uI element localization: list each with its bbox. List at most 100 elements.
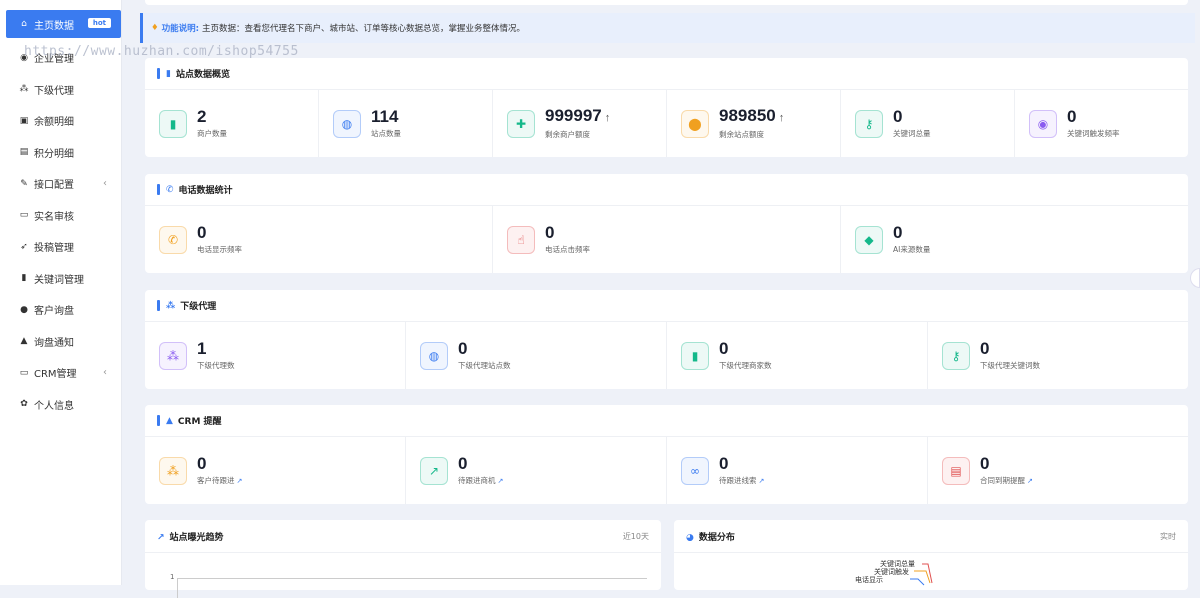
mobile-icon: ▮ [166, 68, 171, 79]
stat-label: 合同到期提醒 [980, 476, 1025, 485]
wallet-icon: ▣ [19, 115, 29, 126]
dist-chart-area: 关键词总量 关键词触发 电话显示 [674, 553, 1188, 593]
stat-label: 待跟进线索 [719, 476, 757, 485]
sub-agent-card: ⁂ 下级代理 ⁂ 1 下级代理数 ◍ 0 下级代理站点数 ▮ 0 下级代理商家数 ⚷ 0 下级代理关键词… [145, 290, 1188, 389]
chevron-left-icon: ‹ [103, 367, 107, 379]
data-distribution-card: ◕ 数据分布 实时 关键词总量 关键词触发 电话显示 [674, 520, 1188, 590]
users-icon: ⁂ [159, 341, 187, 370]
sidebar-item-label: 接口配置 [34, 180, 74, 192]
pie-chart-icon: ◕ [686, 532, 694, 543]
sidebar-item-label: 余额明细 [34, 117, 74, 129]
side-scroll-handle[interactable] [1190, 268, 1200, 288]
sidebar-item[interactable]: ▭ 实名审核 [0, 200, 121, 232]
stat-label: 下级代理站点数 [458, 361, 511, 370]
stat-label: 下级代理商家数 [719, 361, 772, 370]
lightbulb-icon: ♦ [151, 23, 159, 33]
stat-label: 关键词触发频率 [1067, 129, 1120, 138]
stat-cell[interactable]: ∞ 0 待跟进线索 ↗ [667, 437, 928, 504]
dist-title: 数据分布 [698, 532, 735, 543]
stat-label: 下级代理关键词数 [980, 361, 1040, 370]
sidebar-item[interactable]: ▤ 积分明细 [0, 137, 121, 169]
stat-cell: ▮ 2 商户数量 [145, 90, 319, 157]
chart-line-icon: ↗ [157, 532, 165, 543]
sidebar-item[interactable]: ⁂ 下级代理 [0, 74, 121, 106]
stat-label: 电话点击频率 [545, 245, 590, 254]
stat-cell[interactable]: ▤ 0 合同到期提醒 ↗ [928, 437, 1188, 504]
phone-stats-title: 电话数据统计 [178, 186, 233, 196]
grid-line [177, 578, 647, 579]
hand-pointer-icon: ☝ [507, 225, 535, 254]
sidebar-item[interactable]: ● 客户询盘 [0, 294, 121, 326]
sidebar-item[interactable]: ✿ 个人信息 [0, 389, 121, 421]
stat-cell: ⚷ 0 下级代理关键词数 [928, 322, 1188, 389]
sidebar-item-label: CRM管理 [34, 369, 77, 381]
stat-value: 999997 [545, 106, 602, 125]
building-icon: ◉ [20, 52, 28, 63]
phone-icon: ✆ [159, 225, 187, 254]
external-link-icon[interactable]: ↗ [498, 477, 504, 485]
stat-value: 989850 [719, 106, 776, 125]
sidebar-item[interactable]: ▭ CRM管理 ‹ [0, 357, 121, 389]
sidebar-item[interactable]: ◉ 企业管理 [0, 42, 121, 74]
site-overview-card: ▮ 站点数据概览 ▮ 2 商户数量 ◍ 114 站点数量 ✚ 999997 ↑ 剩余商户额度 ⬤ 989… [145, 58, 1188, 157]
plug-icon: ✎ [20, 178, 28, 189]
stat-label: 剩余站点额度 [719, 130, 764, 139]
sidebar-item-label: 主页数据 [34, 20, 74, 32]
stat-cell: ✚ 999997 ↑ 剩余商户额度 [493, 90, 667, 157]
trend-range[interactable]: 近10天 [623, 531, 649, 542]
stat-value: 2 [197, 107, 207, 126]
stat-value: 0 [458, 454, 468, 473]
sidebar-item-label: 询盘通知 [34, 337, 74, 349]
stat-cell[interactable]: ↗ 0 待跟进商机 ↗ [406, 437, 667, 504]
crm-reminder-card: ▲ CRM 提醒 ⁂ 0 客户待跟进 ↗ ↗ 0 待跟进商机 ↗ ∞ 0 待跟进线索 ↗ ▤ 0 合同到期提醒… [145, 405, 1188, 504]
stat-label: 站点数量 [371, 129, 401, 138]
dist-mode: 实时 [1160, 531, 1176, 541]
stat-cell: ⁂ 1 下级代理数 [145, 322, 406, 389]
sidebar-item[interactable]: ⌂ 主页数据 hot [6, 10, 121, 38]
stat-label: 客户待跟进 [197, 476, 235, 485]
users-icon: ⁂ [166, 300, 176, 311]
sidebar-item[interactable]: ▮ 关键词管理 [0, 263, 121, 295]
sidebar-item-label: 实名审核 [34, 211, 74, 223]
sidebar-item[interactable]: ▲ 询盘通知 [0, 326, 121, 358]
chat-icon: ● [20, 304, 28, 315]
globe-icon: ◍ [420, 341, 448, 370]
stat-value: 0 [545, 223, 555, 242]
stat-cell[interactable]: ⁂ 0 客户待跟进 ↗ [145, 437, 406, 504]
users-icon: ⁂ [159, 456, 187, 485]
chevron-left-icon: ‹ [103, 178, 107, 190]
stat-value: 0 [980, 339, 990, 358]
map-pin-icon: ⬤ [681, 109, 709, 138]
external-link-icon[interactable]: ↗ [237, 477, 243, 485]
external-link-icon[interactable]: ↗ [759, 477, 765, 485]
external-link-icon[interactable]: ↗ [1027, 477, 1033, 485]
stat-value: 0 [893, 107, 903, 126]
trend-chart-area: 1 [145, 553, 661, 598]
stat-cell: ⚷ 0 关键词总量 [841, 90, 1015, 157]
key-icon: ⚷ [942, 341, 970, 370]
bell-icon: ▲ [20, 336, 28, 347]
dist-label: 电话显示 [855, 576, 883, 584]
send-icon: ➶ [20, 241, 28, 252]
mobile-icon: ▮ [681, 341, 709, 370]
sidebar-item-label: 投稿管理 [34, 243, 74, 255]
stat-cell: ◆ 0 AI来源数量 [841, 206, 1188, 273]
stat-value: 1 [197, 339, 207, 358]
sidebar-item[interactable]: ➶ 投稿管理 [0, 231, 121, 263]
stat-cell: ☝ 0 电话点击频率 [493, 206, 841, 273]
site-overview-title: 站点数据概览 [175, 70, 230, 80]
stat-value: 0 [197, 223, 207, 242]
stat-cell: ⬤ 989850 ↑ 剩余站点额度 [667, 90, 841, 157]
y-axis [177, 578, 178, 598]
stat-label: AI来源数量 [893, 245, 931, 254]
y-axis-tick: 1 [170, 573, 175, 581]
key-icon: ⚷ [855, 109, 883, 138]
sidebar-item[interactable]: ✎ 接口配置 ‹ [0, 168, 121, 200]
crm-reminder-title: CRM 提醒 [177, 417, 222, 427]
sidebar-item[interactable]: ▣ 余额明细 [0, 105, 121, 137]
globe-icon: ◍ [333, 109, 361, 138]
mobile-icon: ▮ [159, 109, 187, 138]
sidebar-item-label: 客户询盘 [34, 306, 74, 318]
stat-value: 0 [1067, 107, 1077, 126]
stat-cell: ◍ 0 下级代理站点数 [406, 322, 667, 389]
